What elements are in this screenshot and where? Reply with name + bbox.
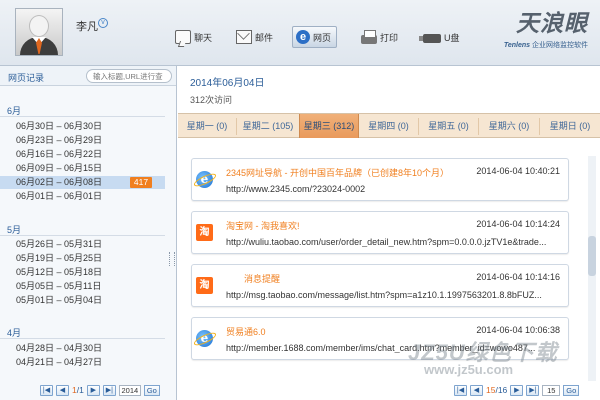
selected-date: 2014年06月04日 (190, 78, 265, 89)
entry-title[interactable]: 2345网址导航 - 开创中国百年品牌（已创建8年10个月） (226, 166, 449, 179)
user-avatar[interactable] (15, 8, 63, 56)
usb-icon (419, 34, 441, 43)
tab-friday[interactable]: 星期五 (0) (419, 114, 478, 138)
total-pages: /16 (495, 385, 508, 395)
week-item[interactable]: 06月23日 – 06月29日 (0, 134, 165, 147)
brand-logo: 天浪眼 Tenlens 企业网络监控软件 (488, 12, 588, 50)
username: 李凡 (76, 21, 98, 33)
toolbar-mail-label: 邮件 (255, 32, 274, 43)
tab-monday[interactable]: 星期一 (0) (178, 114, 236, 138)
watermark-url: www.jz5u.com (424, 362, 514, 377)
entry-url[interactable]: http://wuliu.taobao.com/user/order_detai… (226, 237, 562, 247)
tab-tuesday[interactable]: 星期二 (105) (237, 114, 299, 138)
chevron-down-icon[interactable]: v (98, 18, 108, 28)
visit-count-badge: 417 (130, 177, 152, 188)
week-item[interactable]: 05月01日 – 05月04日 (0, 294, 165, 307)
visit-count: 312次访问 (190, 95, 233, 105)
toolbar-chat-label: 聊天 (194, 32, 213, 43)
week-item[interactable]: 05月19日 – 05月25日 (0, 252, 165, 265)
history-sidebar: 网页记录 6月 06月30日 – 06月30日 06月23日 – 06月29日 … (0, 66, 177, 400)
history-entry[interactable]: e 2345网址导航 - 开创中国百年品牌（已创建8年10个月） 2014-06… (191, 158, 569, 201)
week-item[interactable]: 06月30日 – 06月30日 (0, 120, 165, 133)
week-item-selected[interactable]: 06月02日 – 06月08日 417 (0, 176, 165, 189)
toolbar-print-label: 打印 (380, 32, 399, 43)
last-page-button[interactable]: ▶| (526, 384, 540, 396)
app-header: 李凡 v 聊天 邮件 e 网页 打印 U盘 天浪眼 Tenlens 企业网络监控… (0, 0, 600, 66)
entry-title[interactable]: 消息提醒 (244, 272, 280, 285)
go-button[interactable]: Go (143, 384, 160, 396)
divider (0, 116, 165, 117)
page-info: 15/16 (486, 385, 507, 395)
total-pages: /1 (76, 385, 84, 395)
chat-icon (175, 30, 191, 44)
history-scrollbar[interactable] (588, 156, 596, 381)
toolbar-usb-button[interactable]: U盘 (419, 26, 465, 48)
ie-icon: e (296, 30, 310, 44)
toolbar-chat-button[interactable]: 聊天 (172, 26, 217, 48)
toolbar-print-button[interactable]: 打印 (358, 26, 403, 48)
splitter-handle[interactable] (169, 252, 175, 266)
week-item[interactable]: 06月16日 – 06月22日 (0, 148, 165, 161)
divider (0, 338, 165, 339)
scrollbar-thumb[interactable] (588, 236, 596, 276)
sidebar-pager: |◀ ◀ 1/1 ▶ ▶| 2014 Go (40, 383, 160, 397)
next-page-button[interactable]: ▶ (510, 384, 524, 396)
page-info: 1/1 (72, 385, 84, 395)
brand-tagline-en: Tenlens (503, 42, 531, 49)
sidebar-title: 网页记录 (8, 73, 45, 83)
entry-time: 2014-06-04 10:06:38 (476, 325, 560, 335)
next-page-button[interactable]: ▶ (86, 384, 100, 396)
toolbar-web-label: 网页 (313, 32, 332, 43)
history-entry[interactable]: 淘 淘宝网 - 淘我喜欢! 2014-06-04 10:14:24 http:/… (191, 211, 569, 254)
entry-url[interactable]: http://www.2345.com/?23024-0002 (226, 184, 562, 194)
taobao-icon: 淘 (196, 224, 213, 241)
week-item[interactable]: 05月12日 – 05月18日 (0, 266, 165, 279)
history-entry[interactable]: 淘 消息提醒 2014-06-04 10:14:16 http://msg.ta… (191, 264, 569, 307)
search-input[interactable] (86, 69, 172, 83)
week-item[interactable]: 06月01日 – 06月01日 (0, 190, 165, 203)
week-item[interactable]: 04月28日 – 04月30日 (0, 342, 165, 355)
entry-time: 2014-06-04 10:14:24 (476, 219, 560, 229)
brand-name: 天浪眼 (516, 10, 588, 37)
tab-sunday[interactable]: 星期日 (0) (540, 114, 600, 138)
brand-tagline: Tenlens 企业网络监控软件 (488, 40, 588, 50)
last-page-button[interactable]: ▶| (102, 384, 116, 396)
first-page-button[interactable]: |◀ (454, 384, 467, 396)
week-item[interactable]: 06月09日 – 06月15日 (0, 162, 165, 175)
sidebar-header: 网页记录 (0, 66, 176, 86)
entry-title[interactable]: 贸易通6.0 (226, 325, 266, 338)
ie-icon: e (196, 330, 213, 347)
week-item[interactable]: 05月26日 – 05月31日 (0, 238, 165, 251)
week-item[interactable]: 05月05日 – 05月11日 (0, 280, 165, 293)
toolbar-web-button[interactable]: e 网页 (292, 26, 338, 48)
tab-wednesday[interactable]: 星期三 (312) (299, 114, 359, 138)
brand-tagline-zh: 企业网络监控软件 (532, 42, 588, 49)
year-input[interactable]: 2014 (118, 384, 141, 396)
entry-time: 2014-06-04 10:14:16 (476, 272, 560, 282)
entry-url[interactable]: http://msg.taobao.com/message/list.htm?s… (226, 290, 562, 300)
ie-icon: e (196, 171, 213, 188)
week-item-label: 06月02日 – 06月08日 (16, 177, 103, 187)
prev-page-button[interactable]: ◀ (56, 384, 69, 396)
weekday-tabs: 星期一 (0) 星期二 (105) 星期三 (312) 星期四 (0) 星期五 … (178, 113, 600, 138)
mail-icon (236, 30, 252, 44)
entry-time: 2014-06-04 10:40:21 (476, 166, 560, 176)
go-button[interactable]: Go (563, 384, 580, 396)
taobao-icon: 淘 (196, 277, 213, 294)
printer-icon (361, 29, 377, 44)
tab-saturday[interactable]: 星期六 (0) (479, 114, 539, 138)
entry-title[interactable]: 淘宝网 - 淘我喜欢! (226, 219, 300, 232)
first-page-button[interactable]: |◀ (40, 384, 53, 396)
divider (0, 235, 165, 236)
page-input[interactable]: 15 (542, 384, 561, 396)
history-pager: |◀ ◀ 15/16 ▶ ▶| 15 Go (454, 383, 580, 397)
toolbar-usb-label: U盘 (444, 32, 460, 43)
week-item[interactable]: 04月21日 – 04月27日 (0, 356, 165, 369)
toolbar-mail-button[interactable]: 邮件 (233, 26, 278, 48)
tab-thursday[interactable]: 星期四 (0) (359, 114, 418, 138)
prev-page-button[interactable]: ◀ (470, 384, 483, 396)
